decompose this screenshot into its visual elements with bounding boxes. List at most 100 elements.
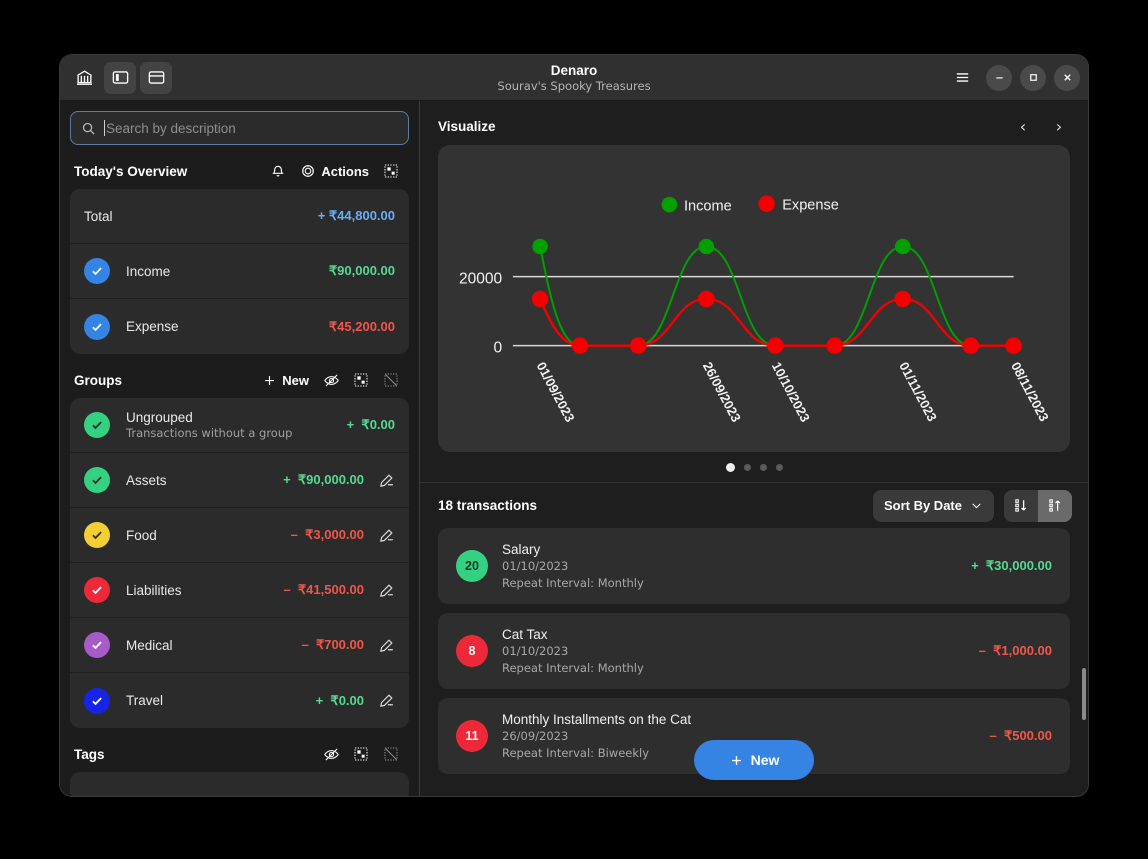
groups-header: Groups New [70, 362, 409, 398]
xtick-4: 10/10/2023 [769, 359, 813, 424]
group-row-medical[interactable]: Medical – ₹700.00 [70, 618, 409, 673]
group-checkbox[interactable] [84, 688, 110, 714]
select-all-icon[interactable] [377, 157, 405, 185]
group-row-food[interactable]: Food – ₹3,000.00 [70, 508, 409, 563]
window-controls [946, 62, 1080, 94]
actions-button[interactable]: Actions [294, 163, 375, 179]
sort-ascending-button[interactable] [1038, 490, 1072, 522]
hide-all-groups-icon[interactable] [317, 366, 345, 394]
close-button[interactable] [1054, 65, 1080, 91]
transaction-info: Monthly Installments on the Cat 26/09/20… [502, 712, 691, 761]
group-checkbox[interactable] [84, 412, 110, 438]
transaction-row-salary[interactable]: 20 Salary 01/10/2023 Repeat Interval: Mo… [438, 528, 1070, 604]
chart-legend: Income Expense [662, 195, 839, 214]
gear-icon [300, 163, 316, 179]
transaction-list-scrollbar[interactable] [1082, 668, 1086, 720]
visualize-nav: ‹ › [1008, 111, 1074, 141]
actions-label: Actions [321, 164, 369, 179]
transaction-date: 01/10/2023 [502, 644, 644, 659]
group-row-liabilities[interactable]: Liabilities – ₹41,500.00 [70, 563, 409, 618]
search-input[interactable]: Search by description [70, 111, 409, 145]
group-amount: + ₹0.00 [316, 693, 364, 709]
row-label: Expense [126, 319, 179, 334]
group-row-ungrouped[interactable]: Ungrouped Transactions without a group +… [70, 398, 409, 453]
hide-all-tags-icon[interactable] [317, 740, 345, 768]
group-text: Ungrouped Transactions without a group [126, 410, 292, 440]
sort-by-dropdown[interactable]: Sort By Date [873, 490, 994, 522]
group-checkbox[interactable] [84, 577, 110, 603]
row-label: Total [84, 209, 113, 224]
group-row-assets[interactable]: Assets + ₹90,000.00 [70, 453, 409, 508]
chart-dot-2[interactable] [744, 464, 751, 471]
pane-toggle-icon[interactable] [140, 62, 172, 94]
group-checkbox[interactable] [84, 467, 110, 493]
expense-checkbox[interactable] [84, 314, 110, 340]
legend-income-label: Income [684, 199, 732, 215]
group-label: Travel [126, 693, 163, 708]
select-all-tags-icon[interactable] [347, 740, 375, 768]
chart-prev-button[interactable]: ‹ [1008, 111, 1038, 141]
group-amount: – ₹700.00 [302, 637, 365, 653]
edit-group-icon[interactable] [378, 527, 395, 544]
new-transaction-button[interactable]: New [694, 740, 814, 780]
transaction-amount: – ₹500.00 [990, 728, 1053, 744]
group-amount: – ₹41,500.00 [283, 582, 364, 598]
transaction-tools: Sort By Date [873, 490, 1072, 522]
check-icon [90, 528, 104, 542]
edit-group-icon[interactable] [378, 637, 395, 654]
bell-icon[interactable] [264, 157, 292, 185]
overview-row-total[interactable]: Total + ₹44,800.00 [70, 189, 409, 244]
transaction-badge: 8 [456, 635, 488, 667]
transaction-name: Cat Tax [502, 627, 644, 642]
edit-group-icon[interactable] [378, 692, 395, 709]
check-icon [90, 320, 104, 334]
deselect-all-groups-icon[interactable] [377, 366, 405, 394]
row-amount: + ₹44,800.00 [318, 208, 395, 224]
minimize-button[interactable] [986, 65, 1012, 91]
group-checkbox[interactable] [84, 522, 110, 548]
tags-header: Tags [70, 736, 409, 772]
sort-by-label: Sort By Date [884, 498, 962, 513]
group-row-travel[interactable]: Travel + ₹0.00 [70, 673, 409, 728]
bank-icon[interactable] [68, 62, 100, 94]
groups-tools: New [256, 366, 405, 394]
chart-next-button[interactable]: › [1044, 111, 1074, 141]
select-all-groups-icon[interactable] [347, 366, 375, 394]
transaction-info: Salary 01/10/2023 Repeat Interval: Month… [502, 542, 644, 591]
hamburger-menu-icon[interactable] [946, 62, 978, 94]
edit-group-icon[interactable] [378, 472, 395, 489]
xtick-2: 26/09/2023 [700, 359, 744, 424]
maximize-button[interactable] [1020, 65, 1046, 91]
group-amount: – ₹3,000.00 [291, 527, 364, 543]
transaction-count: 18 transactions [438, 498, 537, 513]
income-checkbox[interactable] [84, 258, 110, 284]
tags-tools [317, 740, 405, 768]
header-left-buttons [68, 62, 172, 94]
edit-group-icon[interactable] [378, 582, 395, 599]
sort-direction-group [1004, 490, 1072, 522]
legend-expense-label: Expense [782, 198, 839, 214]
sidebar-toggle-icon[interactable] [104, 62, 136, 94]
deselect-all-tags-icon[interactable] [377, 740, 405, 768]
sort-descending-button[interactable] [1004, 490, 1038, 522]
chart-dot-1[interactable] [726, 463, 735, 472]
window-title-block: Denaro Sourav's Spooky Treasures [60, 55, 1088, 100]
chart-dot-4[interactable] [776, 464, 783, 471]
overview-row-expense[interactable]: Expense ₹45,200.00 [70, 299, 409, 354]
text-caret [104, 120, 105, 136]
group-label: Liabilities [126, 583, 182, 598]
new-transaction-label: New [751, 752, 780, 768]
transaction-row-cat-tax[interactable]: 8 Cat Tax 01/10/2023 Repeat Interval: Mo… [438, 613, 1070, 689]
legend-income-swatch [662, 197, 678, 213]
expense-points [532, 291, 1022, 354]
transaction-repeat: Repeat Interval: Monthly [502, 661, 644, 676]
new-group-button[interactable]: New [256, 373, 315, 388]
xtick-0: 01/09/2023 [534, 359, 578, 424]
group-checkbox[interactable] [84, 632, 110, 658]
overview-row-income[interactable]: Income ₹90,000.00 [70, 244, 409, 299]
account-subtitle: Sourav's Spooky Treasures [497, 79, 650, 93]
chart-dot-3[interactable] [760, 464, 767, 471]
ytick-20000: 20000 [459, 270, 503, 287]
row-amount: ₹90,000.00 [329, 263, 395, 279]
transactions-toolbar: 18 transactions Sort By Date [420, 482, 1088, 528]
